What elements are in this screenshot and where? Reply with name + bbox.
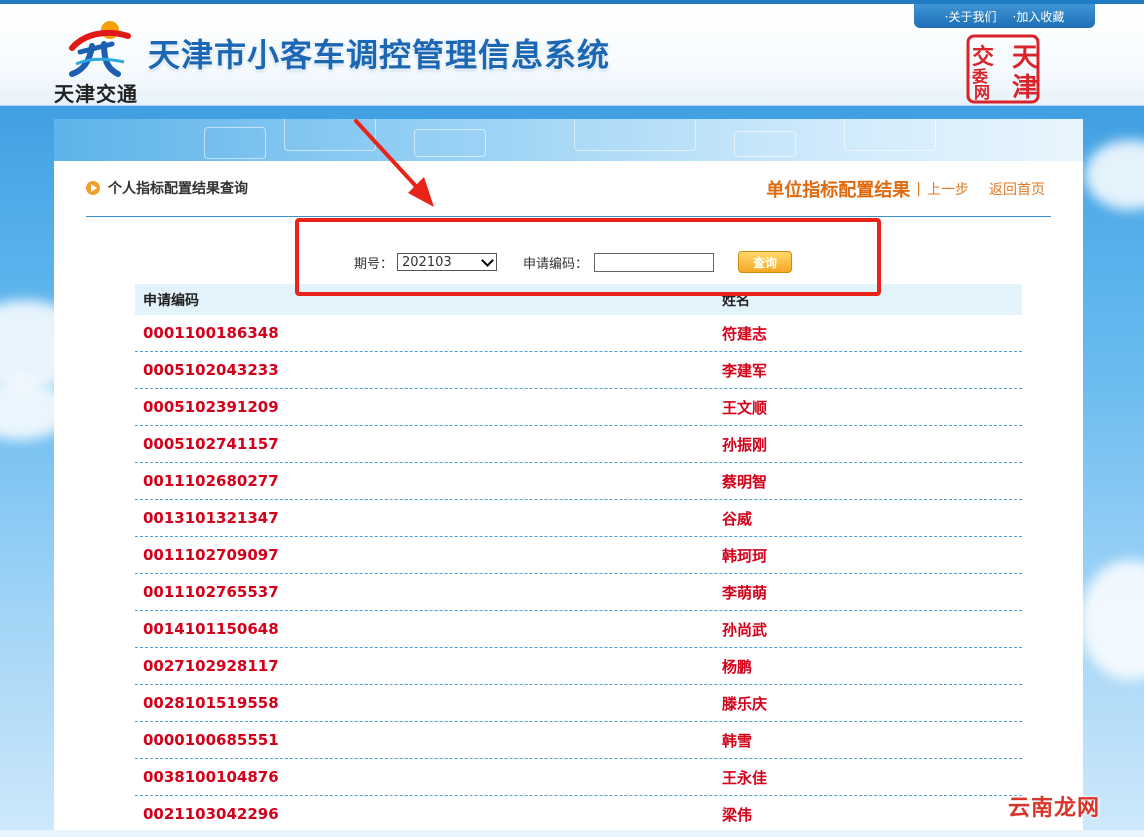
application-code-cell: 0001100186348 — [143, 324, 279, 342]
application-code-cell: 0000100685551 — [143, 731, 279, 749]
site-header: 天津交通 天津市小客车调控管理信息系统 ·关于我们 ·加入收藏 天 津 交 委 … — [0, 0, 1144, 106]
cloud-decoration — [1080, 560, 1144, 680]
arrow-right-icon — [86, 181, 100, 195]
bottom-bar — [0, 830, 1144, 837]
page-title: 个人指标配置结果查询 — [108, 181, 248, 197]
name-cell: 杨鹏 — [722, 657, 753, 676]
annotation-highlight-box — [295, 218, 881, 296]
home-link[interactable]: 返回首页 — [989, 179, 1045, 199]
table-row: 0014101150648 孙尚武 — [135, 611, 1022, 648]
tianjin-transport-logo-icon — [69, 21, 131, 77]
svg-text:网: 网 — [974, 83, 990, 102]
table-row: 0011102765537 李萌萌 — [135, 574, 1022, 611]
table-row: 0013101321347 谷威 — [135, 500, 1022, 537]
application-code-cell: 0028101519558 — [143, 694, 279, 712]
table-row: 0005102741157 孙振刚 — [135, 426, 1022, 463]
back-link[interactable]: 上一步 — [927, 179, 969, 199]
about-us-link[interactable]: ·关于我们 — [945, 8, 997, 25]
application-code-cell: 0011102680277 — [143, 472, 279, 490]
table-row: 0000100685551 韩雪 — [135, 722, 1022, 759]
name-cell: 孙振刚 — [722, 435, 768, 454]
application-code-cell: 0021103042296 — [143, 805, 279, 823]
application-code-cell: 0005102043233 — [143, 361, 279, 379]
add-favorite-link[interactable]: ·加入收藏 — [1013, 8, 1065, 25]
name-cell: 韩珂珂 — [722, 546, 768, 565]
name-cell: 李建军 — [722, 361, 768, 380]
system-title: 天津市小客车调控管理信息系统 — [148, 36, 611, 74]
top-links: ·关于我们 ·加入收藏 — [914, 4, 1095, 28]
table-row: 0005102391209 王文顺 — [135, 389, 1022, 426]
application-code-cell: 0013101321347 — [143, 509, 279, 527]
name-cell: 王永佳 — [722, 768, 768, 787]
logo-text: 天津交通 — [54, 82, 138, 106]
divider — [86, 216, 1051, 217]
application-code-cell: 0038100104876 — [143, 768, 279, 786]
table-body: 0001100186348 符建志 0005102043233 李建军 00051023… — [135, 315, 1022, 833]
application-code-cell: 0011102709097 — [143, 546, 279, 564]
right-nav: 单位指标配置结果 | 上一步 返回首页 — [766, 176, 1045, 202]
application-code-cell: 0011102765537 — [143, 583, 279, 601]
name-cell: 孙尚武 — [722, 620, 768, 639]
name-cell: 谷威 — [722, 509, 753, 528]
unit-result-title[interactable]: 单位指标配置结果 — [766, 176, 910, 202]
name-cell: 梁伟 — [722, 805, 753, 824]
table-row: 0011102709097 韩珂珂 — [135, 537, 1022, 574]
svg-text:天: 天 — [1012, 43, 1038, 73]
table-row: 0028101519558 滕乐庆 — [135, 685, 1022, 722]
name-cell: 蔡明智 — [722, 472, 768, 491]
application-code-cell: 0005102391209 — [143, 398, 279, 416]
tianjin-traffic-seal-icon: 天 津 交 委 网 — [966, 34, 1040, 104]
name-cell: 滕乐庆 — [722, 694, 768, 713]
table-row: 0038100104876 王永佳 — [135, 759, 1022, 796]
watermark: 云南龙网 — [1008, 796, 1101, 821]
table-row: 0001100186348 符建志 — [135, 315, 1022, 352]
table-row: 0027102928117 杨鹏 — [135, 648, 1022, 685]
table-row: 0005102043233 李建军 — [135, 352, 1022, 389]
nav-separator: | — [916, 181, 921, 197]
application-code-cell: 0005102741157 — [143, 435, 279, 453]
annotation-arrow-icon — [354, 119, 434, 207]
decorative-banner — [54, 119, 1083, 161]
name-cell: 韩雪 — [722, 731, 753, 750]
application-code-cell: 0014101150648 — [143, 620, 279, 638]
result-table: 申请编码 姓名 0001100186348 符建志 0005102043233 李建军… — [135, 284, 1022, 833]
table-row: 0011102680277 蔡明智 — [135, 463, 1022, 500]
table-row: 0021103042296 梁伟 — [135, 796, 1022, 833]
name-cell: 王文顺 — [722, 398, 768, 417]
cloud-decoration — [1085, 140, 1144, 210]
breadcrumb: 个人指标配置结果查询 — [86, 178, 248, 198]
name-cell: 符建志 — [722, 324, 768, 343]
svg-text:津: 津 — [1012, 73, 1038, 103]
application-code-cell: 0027102928117 — [143, 657, 279, 675]
name-cell: 李萌萌 — [722, 583, 768, 602]
